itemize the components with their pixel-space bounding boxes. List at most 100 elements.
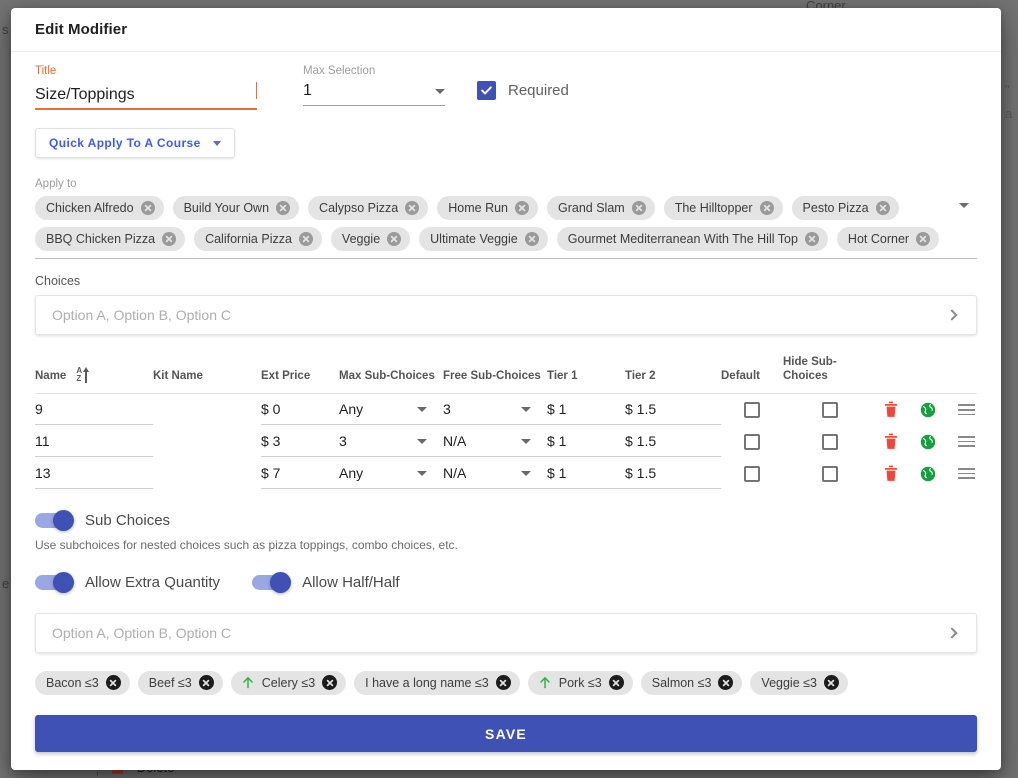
cell-name[interactable]: 9 bbox=[35, 395, 153, 425]
cell-tier-2[interactable]: $ 1.5 bbox=[625, 427, 721, 457]
chevron-right-icon[interactable] bbox=[946, 626, 958, 639]
cell-max-sub-choices[interactable]: 3 bbox=[339, 427, 443, 457]
globe-button[interactable] bbox=[920, 434, 936, 450]
cell-ext-price[interactable]: $ 0 bbox=[261, 395, 339, 425]
default-checkbox[interactable] bbox=[744, 433, 760, 450]
chevron-right-icon[interactable] bbox=[946, 309, 958, 321]
remove-chip-button[interactable] bbox=[298, 232, 313, 246]
remove-chip-button[interactable] bbox=[515, 201, 529, 215]
hide-sub-choices-checkbox[interactable] bbox=[822, 465, 838, 482]
hide-sub-choices-checkbox[interactable] bbox=[822, 433, 838, 450]
apply-to-expand-button[interactable] bbox=[951, 190, 977, 208]
save-button[interactable]: SAVE bbox=[35, 715, 977, 752]
background-text-left: s bbox=[2, 22, 9, 37]
sub-choices-input-wrapper[interactable] bbox=[35, 612, 977, 653]
remove-chip-button[interactable] bbox=[718, 675, 734, 690]
cell-free-sub-choices[interactable]: 3 bbox=[443, 395, 547, 425]
cell-max-sub-choices[interactable]: Any bbox=[339, 395, 443, 425]
max-selection-select[interactable]: 1 bbox=[303, 82, 445, 106]
apply-to-chip[interactable]: Home Run bbox=[437, 196, 538, 220]
remove-chip-button[interactable] bbox=[823, 675, 839, 690]
apply-to-chip[interactable]: Build Your Own bbox=[172, 196, 300, 220]
drag-handle[interactable] bbox=[958, 468, 975, 479]
default-checkbox-cell bbox=[721, 427, 783, 457]
apply-to-chip[interactable]: Pesto Pizza bbox=[791, 196, 899, 220]
cell-tier-1[interactable]: $ 1 bbox=[547, 459, 625, 489]
remove-chip-button[interactable] bbox=[495, 675, 511, 690]
choices-input[interactable] bbox=[50, 306, 948, 324]
globe-button[interactable] bbox=[920, 402, 936, 418]
remove-chip-button[interactable] bbox=[524, 232, 539, 246]
cell-tier-2[interactable]: $ 1.5 bbox=[625, 395, 721, 425]
globe-button[interactable] bbox=[920, 466, 936, 482]
remove-chip-button[interactable] bbox=[875, 201, 890, 215]
close-icon bbox=[279, 204, 287, 212]
allow-extra-quantity-toggle[interactable] bbox=[35, 571, 74, 593]
remove-chip-button[interactable] bbox=[140, 201, 155, 215]
remove-chip-button[interactable] bbox=[916, 232, 931, 246]
apply-to-chip[interactable]: Ultimate Veggie bbox=[419, 227, 548, 251]
apply-to-chip[interactable]: Calypso Pizza bbox=[308, 196, 429, 220]
apply-to-chip[interactable]: Grand Slam bbox=[547, 196, 655, 220]
cell-ext-price[interactable]: $ 7 bbox=[261, 459, 339, 489]
choices-input-wrapper[interactable] bbox=[35, 295, 977, 335]
quick-apply-to-course-button[interactable]: Quick Apply To A Course bbox=[35, 128, 235, 158]
delete-row-button[interactable] bbox=[884, 401, 898, 418]
required-checkbox-group[interactable]: Required bbox=[477, 81, 569, 100]
default-checkbox[interactable] bbox=[744, 465, 760, 482]
apply-to-chip[interactable]: BBQ Chicken Pizza bbox=[35, 227, 186, 251]
apply-to-chip[interactable]: Gourmet Mediterranean With The Hill Top bbox=[556, 227, 828, 251]
apply-to-chip[interactable]: Hot Corner bbox=[836, 227, 940, 251]
cell-name[interactable]: 13 bbox=[35, 459, 153, 489]
remove-chip-button[interactable] bbox=[759, 201, 774, 215]
sub-choice-chip[interactable]: Salmon ≤3 bbox=[640, 670, 743, 695]
sub-choice-chip[interactable]: Bacon ≤3 bbox=[35, 670, 130, 695]
cell-tier-1[interactable]: $ 1 bbox=[547, 395, 625, 425]
cell-tier-1[interactable]: $ 1 bbox=[547, 427, 625, 457]
sub-choice-chip[interactable]: Veggie ≤3 bbox=[750, 670, 848, 695]
sub-choices-toggle[interactable] bbox=[35, 509, 74, 531]
apply-to-chip[interactable]: Veggie bbox=[330, 227, 411, 251]
drag-handle[interactable] bbox=[958, 436, 975, 447]
title-input-wrapper[interactable] bbox=[35, 82, 257, 110]
allow-half-half-toggle[interactable] bbox=[252, 571, 292, 593]
sub-choice-chip[interactable]: Pork ≤3 bbox=[527, 670, 633, 695]
remove-chip-button[interactable] bbox=[608, 675, 624, 690]
remove-chip-button[interactable] bbox=[631, 201, 646, 215]
sub-choice-chip[interactable]: Celery ≤3 bbox=[230, 670, 347, 695]
remove-chip-button[interactable] bbox=[105, 675, 121, 690]
apply-to-chip-label: California Pizza bbox=[205, 232, 292, 246]
remove-chip-button[interactable] bbox=[276, 201, 291, 215]
apply-to-chip[interactable]: California Pizza bbox=[194, 227, 322, 251]
apply-to-chip[interactable]: Chicken Alfredo bbox=[35, 196, 164, 220]
cell-tier-2[interactable]: $ 1.5 bbox=[625, 459, 721, 489]
sub-choices-input[interactable] bbox=[50, 623, 948, 642]
remove-chip-button[interactable] bbox=[322, 675, 338, 690]
remove-chip-button[interactable] bbox=[387, 232, 402, 246]
default-checkbox[interactable] bbox=[744, 401, 760, 418]
cell-name[interactable]: 11 bbox=[35, 427, 153, 457]
delete-row-button[interactable] bbox=[884, 465, 898, 482]
sub-choice-chip[interactable]: I have a long name ≤3 bbox=[354, 670, 520, 695]
cell-free-sub-choices[interactable]: N/A bbox=[443, 427, 547, 457]
remove-chip-button[interactable] bbox=[198, 675, 214, 690]
required-checkbox[interactable] bbox=[477, 81, 496, 100]
column-header-name[interactable]: Name AZ bbox=[35, 351, 153, 394]
cell-free-sub-choices[interactable]: N/A bbox=[443, 459, 547, 489]
apply-to-chip[interactable]: The Hilltopper bbox=[663, 196, 783, 220]
apply-to-chip-label: Hot Corner bbox=[847, 232, 910, 246]
drag-handle[interactable] bbox=[958, 404, 975, 416]
sort-az-ascending-icon[interactable]: AZ bbox=[76, 367, 90, 383]
hide-sub-choices-checkbox[interactable] bbox=[822, 401, 838, 418]
cell-ext-price[interactable]: $ 3 bbox=[261, 427, 339, 457]
remove-chip-button[interactable] bbox=[162, 232, 177, 246]
cell-max-sub-choices[interactable]: Any bbox=[339, 459, 443, 489]
remove-chip-button[interactable] bbox=[804, 232, 819, 246]
delete-row-button[interactable] bbox=[884, 433, 898, 450]
column-header-ext-price: Ext Price bbox=[261, 351, 339, 394]
remove-chip-button[interactable] bbox=[405, 201, 420, 215]
chevron-down-icon bbox=[417, 470, 427, 476]
title-input[interactable] bbox=[35, 86, 257, 104]
text-caret bbox=[256, 82, 257, 99]
sub-choice-chip[interactable]: Beef ≤3 bbox=[137, 670, 223, 695]
